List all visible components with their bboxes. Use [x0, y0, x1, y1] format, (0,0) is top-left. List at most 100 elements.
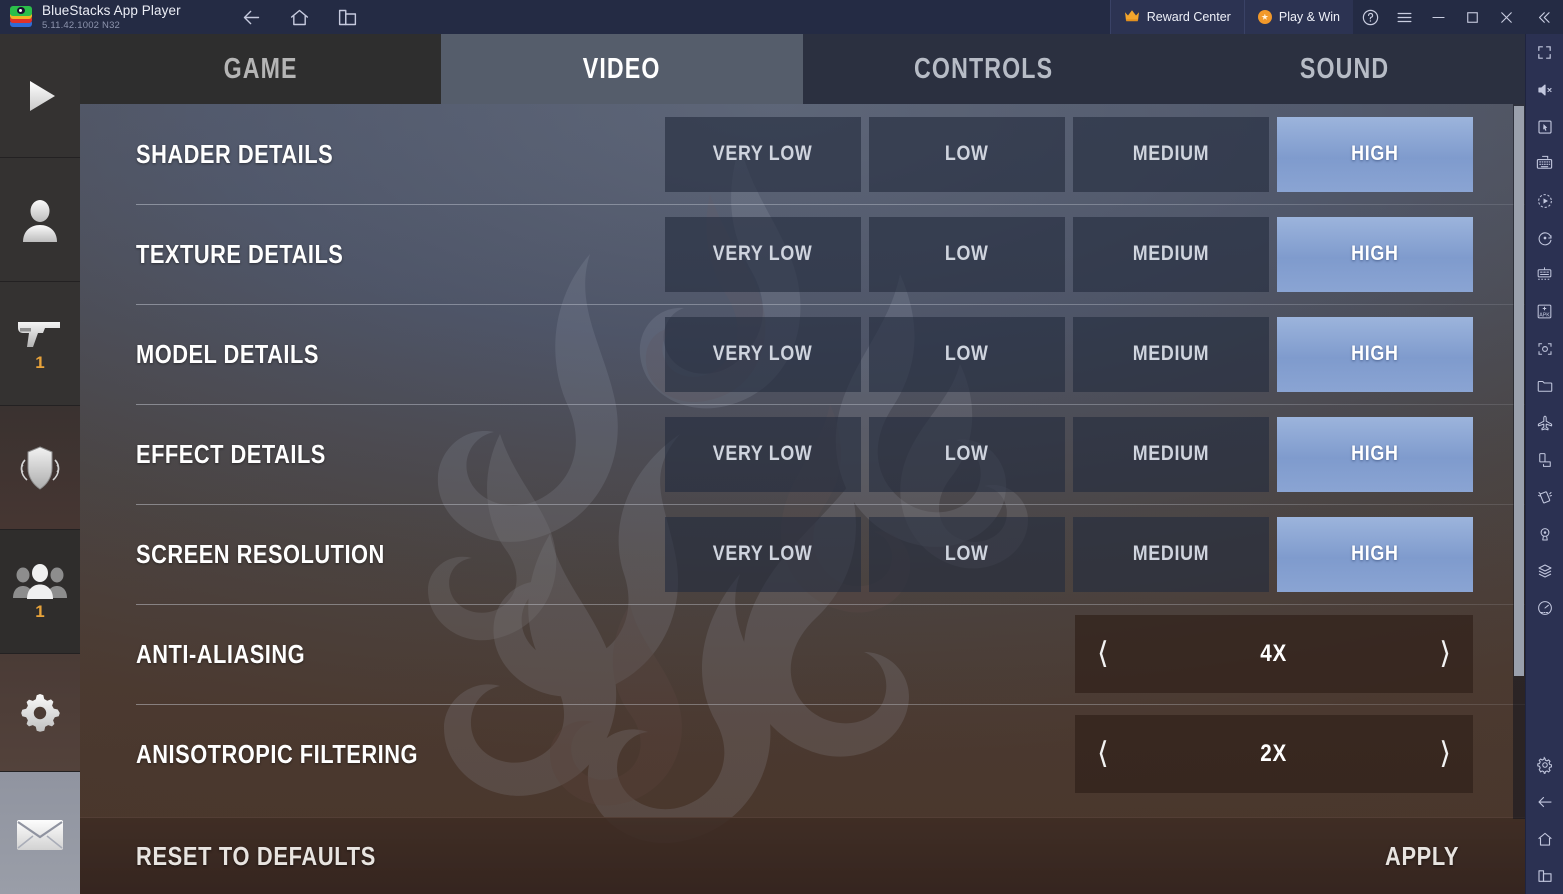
fullscreen-button[interactable] — [1526, 34, 1563, 71]
play-and-win-button[interactable]: Play & Win — [1243, 0, 1353, 34]
performance-button[interactable] — [1526, 589, 1563, 626]
media-manager-button[interactable] — [1526, 367, 1563, 404]
play-triangle-icon — [30, 80, 55, 111]
location-button[interactable] — [1526, 515, 1563, 552]
option-very-low[interactable]: VERY LOW — [665, 316, 861, 392]
chevron-right-icon[interactable]: ⟩ — [1439, 739, 1451, 769]
option-low[interactable]: LOW — [869, 416, 1065, 492]
tab-controls[interactable]: CONTROLS — [802, 34, 1164, 104]
setting-control: VERY LOW LOW MEDIUM HIGH — [665, 216, 1473, 292]
sidebar-mail[interactable] — [0, 772, 80, 894]
game-controls-button[interactable] — [1526, 108, 1563, 145]
option-high[interactable]: HIGH — [1277, 516, 1473, 592]
back-button[interactable] — [241, 6, 263, 28]
shield-laurel-icon — [20, 445, 60, 490]
option-very-low[interactable]: VERY LOW — [665, 116, 861, 192]
setting-label: ANISOTROPIC FILTERING — [136, 738, 418, 769]
option-low[interactable]: LOW — [869, 316, 1065, 392]
hamburger-menu-button[interactable] — [1387, 0, 1421, 34]
option-low[interactable]: LOW — [869, 516, 1065, 592]
chevron-right-icon[interactable]: ⟩ — [1439, 639, 1451, 669]
close-button[interactable] — [1489, 0, 1523, 34]
setting-row-screen-resolution: SCREEN RESOLUTION VERY LOW LOW MEDIUM HI… — [80, 504, 1525, 604]
install-apk-button[interactable]: APK — [1526, 293, 1563, 330]
setting-control: VERY LOW LOW MEDIUM HIGH — [665, 316, 1473, 392]
stepper-value: 2X — [1260, 740, 1288, 767]
layers-button[interactable] — [1526, 552, 1563, 589]
pistol-icon — [18, 321, 60, 347]
eco-mode-button[interactable] — [1526, 404, 1563, 441]
option-high[interactable]: HIGH — [1277, 116, 1473, 192]
setting-label: EFFECT DETAILS — [136, 438, 326, 469]
rotate-button[interactable] — [1526, 441, 1563, 478]
android-recents-button[interactable] — [1526, 857, 1563, 894]
sidebar-friends-badge: 1 — [35, 601, 45, 621]
macro-button[interactable] — [1526, 182, 1563, 219]
reset-to-defaults-button[interactable]: RESET TO DEFAULTS — [136, 841, 376, 872]
tab-game[interactable]: GAME — [80, 34, 442, 104]
settings-tabbar: GAME VIDEO CONTROLS SOUND — [80, 34, 1525, 104]
bluestacks-window: BlueStacks App Player 5.11.42.1002 N32 R… — [0, 0, 1563, 894]
home-button[interactable] — [289, 6, 311, 28]
option-very-low[interactable]: VERY LOW — [665, 416, 861, 492]
sidebar-profile[interactable] — [0, 158, 80, 282]
option-high[interactable]: HIGH — [1277, 416, 1473, 492]
sidebar-friends[interactable]: 1 — [0, 530, 80, 654]
user-silhouette-icon — [23, 199, 57, 242]
chevron-left-icon[interactable]: ⟨ — [1097, 739, 1109, 769]
titlebar-right-controls: Reward Center Play & Win — [1109, 0, 1563, 34]
option-very-low[interactable]: VERY LOW — [665, 216, 861, 292]
multi-instance-button[interactable] — [337, 6, 359, 28]
segmented-control: VERY LOW LOW MEDIUM HIGH — [665, 516, 1473, 592]
reward-center-button[interactable]: Reward Center — [1109, 0, 1244, 34]
svg-text:APK: APK — [1539, 312, 1550, 318]
keyboard-controls-button[interactable] — [1526, 145, 1563, 182]
shake-button[interactable] — [1526, 478, 1563, 515]
settings-scrollbar[interactable] — [1513, 104, 1525, 819]
sidebar-play[interactable] — [0, 34, 80, 158]
right-settings-button[interactable] — [1526, 746, 1563, 783]
minimize-button[interactable] — [1421, 0, 1455, 34]
title-block: BlueStacks App Player 5.11.42.1002 N32 — [42, 4, 181, 30]
segmented-control: VERY LOW LOW MEDIUM HIGH — [665, 216, 1473, 292]
scrollbar-thumb[interactable] — [1514, 106, 1524, 676]
android-back-button[interactable] — [1526, 783, 1563, 820]
video-settings-list: SHADER DETAILS VERY LOW LOW MEDIUM HIGH … — [80, 104, 1525, 819]
maximize-button[interactable] — [1455, 0, 1489, 34]
option-medium[interactable]: MEDIUM — [1073, 316, 1269, 392]
android-home-button[interactable] — [1526, 820, 1563, 857]
sync-button[interactable] — [1526, 219, 1563, 256]
apply-button[interactable]: APPLY — [1385, 841, 1459, 872]
segmented-control: VERY LOW LOW MEDIUM HIGH — [665, 116, 1473, 192]
screenshot-button[interactable] — [1526, 330, 1563, 367]
option-medium[interactable]: MEDIUM — [1073, 416, 1269, 492]
sidebar-weapons[interactable]: 1 — [0, 282, 80, 406]
sidebar-settings[interactable] — [0, 654, 80, 772]
option-high[interactable]: HIGH — [1277, 316, 1473, 392]
game-left-sidebar: 1 1 — [0, 34, 80, 894]
option-medium[interactable]: MEDIUM — [1073, 116, 1269, 192]
sidebar-clan[interactable] — [0, 406, 80, 530]
envelope-icon — [17, 819, 63, 850]
collapse-sidebar-button[interactable] — [1523, 0, 1563, 34]
option-low[interactable]: LOW — [869, 116, 1065, 192]
setting-label: ANTI-ALIASING — [136, 638, 306, 669]
option-low[interactable]: LOW — [869, 216, 1065, 292]
tab-video[interactable]: VIDEO — [441, 34, 803, 104]
app-version: 5.11.42.1002 N32 — [42, 19, 121, 31]
mute-button[interactable] — [1526, 71, 1563, 108]
multi-instance-manager-button[interactable] — [1526, 256, 1563, 293]
titlebar-nav-buttons — [241, 6, 359, 28]
setting-row-anti-aliasing: ANTI-ALIASING ⟨ 4X ⟩ — [80, 604, 1525, 704]
help-button[interactable] — [1353, 0, 1387, 34]
option-medium[interactable]: MEDIUM — [1073, 216, 1269, 292]
chevron-left-icon[interactable]: ⟨ — [1097, 639, 1109, 669]
option-medium[interactable]: MEDIUM — [1073, 516, 1269, 592]
option-very-low[interactable]: VERY LOW — [665, 516, 861, 592]
tab-game-label: GAME — [223, 52, 298, 85]
reward-center-label: Reward Center — [1146, 10, 1231, 24]
option-high[interactable]: HIGH — [1277, 216, 1473, 292]
stepper-control: ⟨ 4X ⟩ — [1075, 615, 1473, 693]
setting-label: MODEL DETAILS — [136, 338, 319, 369]
tab-sound[interactable]: SOUND — [1163, 34, 1525, 104]
